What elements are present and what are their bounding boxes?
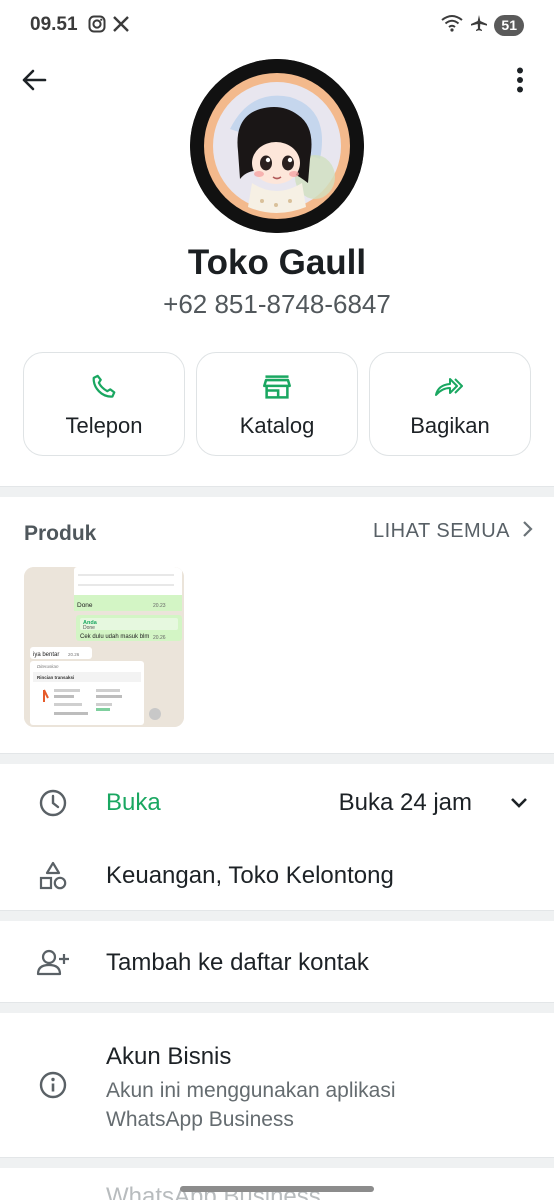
status-right-icons: 51 [440, 14, 524, 37]
business-hours-row[interactable]: Buka Buka 24 jam [0, 780, 554, 828]
thumb-row-6: Diteruskan [37, 664, 59, 669]
battery-indicator: 51 [494, 15, 524, 36]
hours-status: Buka [106, 789, 161, 816]
section-divider [0, 910, 554, 921]
profile-avatar[interactable] [190, 59, 364, 233]
business-account-description: Akun ini menggunakan aplikasi WhatsApp B… [106, 1079, 396, 1131]
add-person-icon [36, 946, 70, 980]
instagram-icon [88, 15, 106, 38]
see-all-label: LIHAT SEMUA [372, 520, 510, 542]
forward-icon [434, 372, 466, 402]
wifi-icon [440, 14, 464, 37]
call-button[interactable]: Telepon [23, 352, 185, 456]
thumb-row-1: Done [77, 602, 93, 609]
catalog-label: Katalog [239, 413, 315, 438]
share-button[interactable]: Bagikan [369, 352, 531, 456]
x-icon [112, 15, 130, 38]
status-bar: 09.51 51 [0, 0, 554, 52]
avatar-illustration [190, 59, 364, 233]
add-to-contacts-row[interactable]: Tambah ke daftar kontak [0, 940, 554, 988]
thumb-time-2: 20.26 [153, 635, 166, 641]
action-buttons: Telepon Katalog Bagikan [23, 352, 531, 456]
phone-icon [90, 372, 118, 402]
more-vert-icon [516, 67, 524, 98]
gesture-navigation-bar[interactable] [180, 1186, 374, 1192]
share-label: Bagikan [410, 413, 490, 438]
product-thumbnail-image: Done 20.23 Anda Done Cek dulu udah masuk… [24, 567, 184, 727]
storefront-icon [262, 372, 292, 402]
business-account-title: Akun Bisnis [106, 1043, 232, 1070]
section-divider [0, 1002, 554, 1013]
clock-icon [36, 786, 70, 820]
section-divider [0, 486, 554, 497]
thumb-row-7: Rincian transaksi [37, 675, 74, 680]
thumb-time-1: 20.23 [153, 603, 166, 609]
section-divider [0, 1157, 554, 1168]
section-divider [0, 753, 554, 764]
hours-value: Buka 24 jam [338, 789, 472, 816]
back-button[interactable] [12, 62, 56, 102]
chevron-right-icon [522, 520, 534, 543]
catalog-button[interactable]: Katalog [196, 352, 358, 456]
chevron-down-icon [510, 796, 528, 814]
info-icon [36, 1068, 70, 1102]
call-label: Telepon [65, 413, 143, 438]
profile-name: Toko Gaull [187, 243, 367, 282]
status-left-icons [88, 15, 130, 38]
airplane-icon [470, 14, 488, 37]
category-shapes-icon [36, 859, 70, 893]
more-options-button[interactable] [498, 62, 542, 102]
products-title: Produk [24, 522, 97, 545]
product-thumbnail[interactable]: Done 20.23 Anda Done Cek dulu udah masuk… [24, 567, 184, 727]
thumb-time-3: 20.26 [68, 652, 80, 657]
business-category-row: Keuangan, Toko Kelontong [0, 853, 554, 901]
profile-phone: +62 851-8748-6847 [163, 289, 391, 319]
thumb-row-5: iya bentar [33, 652, 59, 658]
arrow-left-icon [21, 69, 47, 96]
business-category: Keuangan, Toko Kelontong [106, 862, 394, 889]
status-time: 09.51 [30, 14, 78, 35]
thumb-row-3: Done [83, 625, 95, 631]
see-all-products-link[interactable]: LIHAT SEMUA [373, 520, 534, 543]
add-to-contacts-label: Tambah ke daftar kontak [106, 949, 369, 976]
thumb-row-4: Cek dulu udah masuk blm [80, 634, 149, 640]
